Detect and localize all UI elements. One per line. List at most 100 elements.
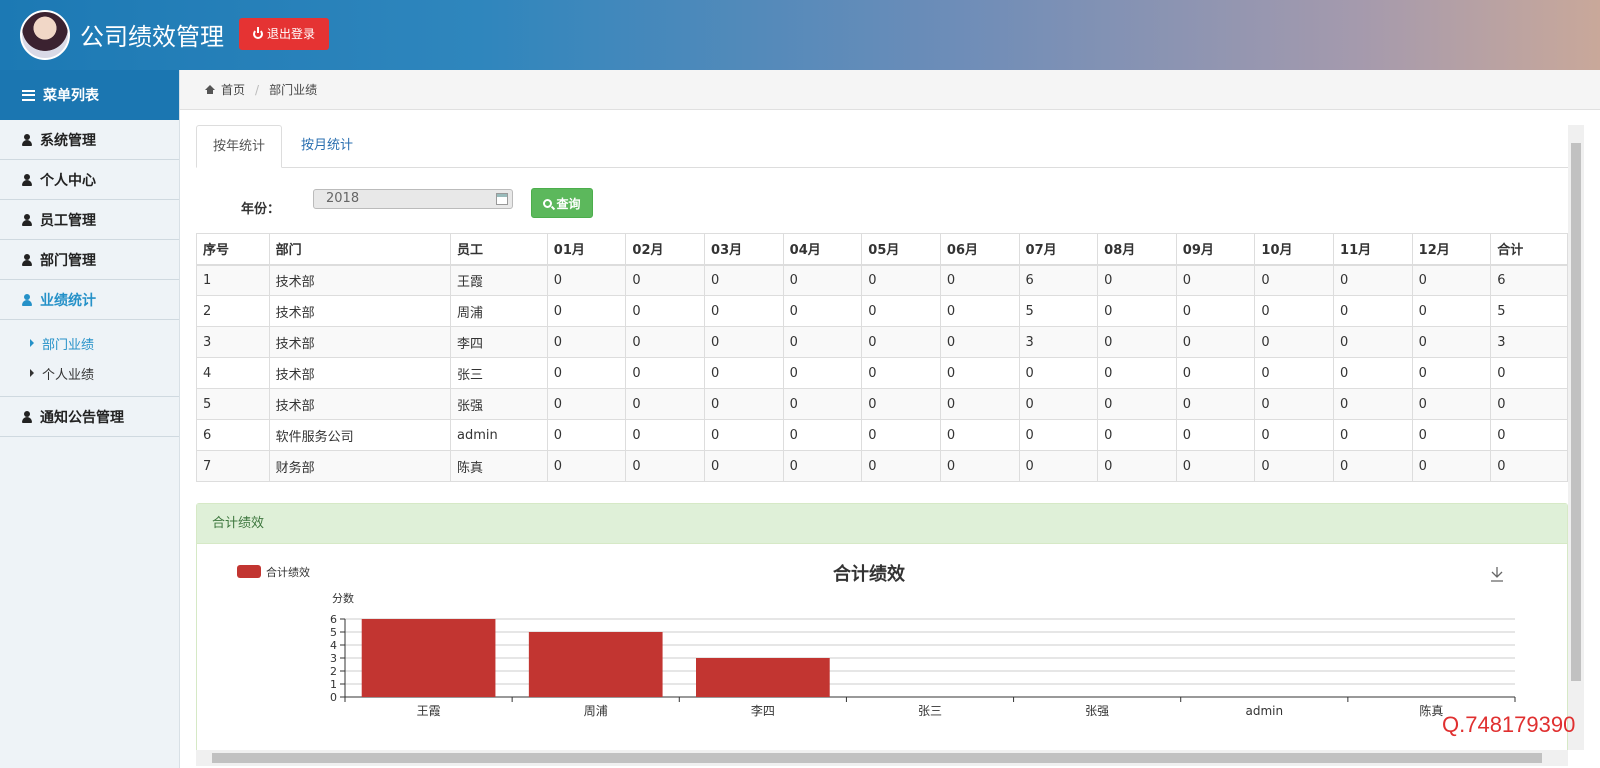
table-cell: 0: [546, 295, 627, 327]
sidebar-item-performance[interactable]: 业绩统计: [0, 280, 179, 320]
y-tick-label: 1: [330, 678, 337, 691]
table-cell: 0: [704, 419, 784, 451]
table-cell: 0: [1097, 357, 1177, 389]
user-icon: [22, 253, 32, 266]
top-header: 公司绩效管理 退出登录: [0, 0, 1600, 70]
table-cell: 0: [1411, 419, 1492, 451]
table-cell: 0: [1097, 326, 1177, 358]
year-input[interactable]: 2018: [313, 189, 513, 209]
table-cell: 5: [1018, 295, 1099, 327]
sub-item-dept-performance[interactable]: 部门业绩: [0, 328, 179, 358]
sidebar-item-employees[interactable]: 员工管理: [0, 200, 179, 240]
table-cell: 0: [1254, 388, 1335, 420]
table-cell: 6: [1490, 264, 1568, 296]
calendar-icon[interactable]: [496, 193, 508, 205]
app-title: 公司绩效管理: [80, 23, 224, 51]
breadcrumb-home[interactable]: 首页: [221, 81, 245, 98]
table-header-cell: 03月: [704, 233, 784, 266]
caret-right-icon: [30, 339, 34, 347]
table-cell: 0: [1411, 295, 1492, 327]
table-cell: 0: [1175, 357, 1256, 389]
table-cell: 0: [861, 326, 941, 358]
vertical-scroll-thumb[interactable]: [1571, 143, 1581, 681]
sidebar-item-label: 部门管理: [40, 252, 96, 269]
table-cell: 0: [782, 357, 863, 389]
user-icon: [22, 293, 32, 306]
table-header-cell: 员工: [450, 233, 548, 266]
table-cell: 0: [1097, 419, 1177, 451]
table-cell: 0: [1490, 419, 1568, 451]
tab-by-year[interactable]: 按年统计: [196, 125, 283, 168]
y-tick-label: 3: [330, 652, 337, 665]
query-button[interactable]: 查询: [531, 188, 593, 218]
table-cell: 0: [1254, 357, 1335, 389]
table-cell: 0: [546, 419, 627, 451]
table-cell: 0: [1333, 450, 1413, 482]
table-cell: 0: [546, 357, 627, 389]
sidebar-item-notices[interactable]: 通知公告管理: [0, 397, 179, 437]
table-cell: 技术部: [268, 357, 452, 389]
sidebar-item-departments[interactable]: 部门管理: [0, 240, 179, 280]
table-cell: 0: [1333, 326, 1413, 358]
horizontal-scrollbar[interactable]: [196, 750, 1568, 766]
search-icon: [543, 198, 553, 208]
sub-item-personal-performance[interactable]: 个人业绩: [0, 358, 179, 388]
table-row: 5 技术部 张强 0 0 0 0 0 0 0 0 0 0 0 0 0: [196, 388, 1568, 420]
sidebar-item-profile[interactable]: 个人中心: [0, 160, 179, 200]
table-cell: 0: [782, 388, 863, 420]
total-performance-panel: 合计绩效 合计绩效 合计绩效 分数 0 1 2 3 4 5 6 王霞 周浦 李四 张三 张强 admin 陈真: [196, 503, 1568, 753]
table-cell: 0: [1490, 388, 1568, 420]
table-header-cell: 05月: [861, 233, 941, 266]
panel-title: 合计绩效: [197, 504, 1567, 544]
table-cell: 0: [782, 450, 863, 482]
table-row: 3 技术部 李四 0 0 0 0 0 0 3 0 0 0 0 0 3: [196, 326, 1568, 358]
horizontal-scroll-thumb[interactable]: [212, 753, 1542, 763]
sidebar-item-label: 个人中心: [40, 172, 96, 189]
breadcrumb-separator: /: [255, 82, 260, 97]
table-cell: 0: [546, 450, 627, 482]
sidebar-item-label: 员工管理: [40, 212, 96, 229]
table-cell: 0: [1254, 326, 1335, 358]
table-cell: 3: [1018, 326, 1099, 358]
table-cell: 0: [861, 264, 941, 296]
table-cell: 0: [861, 388, 941, 420]
user-icon: [22, 213, 32, 226]
caret-right-icon: [30, 369, 34, 377]
table-cell: 0: [1018, 388, 1099, 420]
year-value: 2018: [326, 191, 360, 206]
sidebar-item-system[interactable]: 系统管理: [0, 120, 179, 160]
table-cell: 0: [704, 450, 784, 482]
table-cell: 0: [625, 357, 706, 389]
table-cell: 3: [196, 326, 270, 358]
table-cell: 2: [196, 295, 270, 327]
table-cell: 0: [1333, 419, 1413, 451]
table-cell: 0: [1097, 450, 1177, 482]
table-header-cell: 序号: [196, 233, 270, 266]
table-cell: 0: [1411, 326, 1492, 358]
year-label: 年份：: [241, 202, 281, 217]
chart-title: 合计绩效: [833, 563, 906, 585]
table-cell: 0: [625, 419, 706, 451]
vertical-scrollbar[interactable]: [1568, 125, 1584, 750]
bar: [361, 619, 496, 697]
table-cell: 技术部: [268, 388, 452, 420]
logout-button[interactable]: 退出登录: [239, 18, 330, 50]
table-cell: 0: [704, 357, 784, 389]
table-cell: 软件服务公司: [268, 419, 452, 451]
tab-by-month[interactable]: 按月统计: [285, 125, 369, 168]
table-cell: 0: [939, 419, 1020, 451]
table-cell: 0: [625, 264, 706, 296]
total-performance-chart: 合计绩效 合计绩效分数 0123456 王霞 周浦 李四 张三 张强 admin 陈真: [237, 563, 1516, 718]
download-icon: [1491, 567, 1503, 582]
sub-item-label: 部门业绩: [42, 337, 95, 353]
table-cell: 0: [939, 388, 1020, 420]
user-icon: [22, 173, 32, 186]
menu-header: 菜单列表: [0, 70, 179, 120]
query-label: 查询: [556, 196, 581, 211]
table-row: 1 技术部 王霞 0 0 0 0 0 0 6 0 0 0 0 0 6: [196, 264, 1568, 296]
table-cell: 张强: [450, 388, 548, 420]
table-cell: 5: [196, 388, 270, 420]
table-cell: 0: [1333, 388, 1413, 420]
table-cell: 0: [546, 326, 627, 358]
table-cell: 技术部: [268, 295, 452, 327]
